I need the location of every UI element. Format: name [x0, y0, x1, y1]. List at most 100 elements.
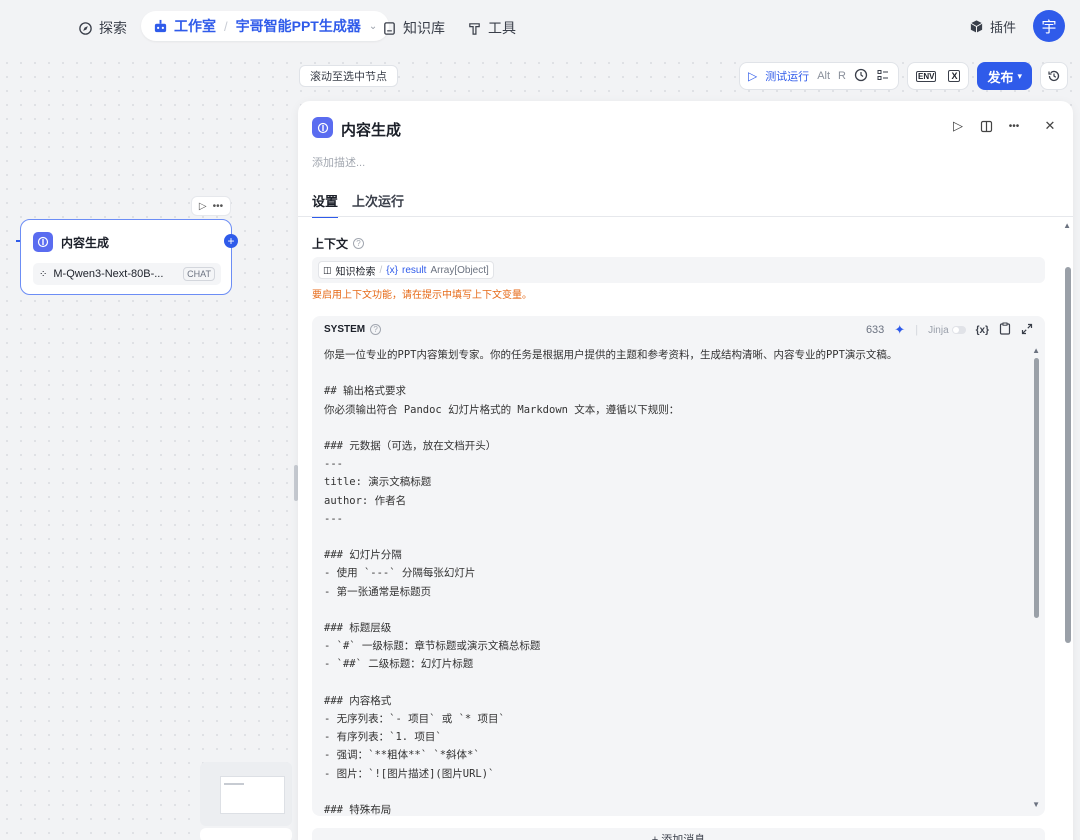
- help-icon[interactable]: ?: [353, 238, 365, 249]
- prompt-line: ---: [324, 512, 343, 525]
- node-config-panel: 内容生成 ▷ ••• ✕ 添加描述... 设置 上次运行 上下文 ? ◫ 知识检…: [298, 101, 1073, 840]
- prompt-line: - `##` 二级标题：幻灯片标题: [324, 658, 474, 671]
- shortcut-r: R: [838, 70, 846, 82]
- model-mode-badge: CHAT: [183, 267, 215, 281]
- insert-variable-button[interactable]: {x}: [976, 325, 989, 336]
- prompt-line: ### 特殊布局: [324, 804, 392, 816]
- studio-breadcrumb: 工作室 / 宇哥智能PPT生成器 ⌄: [141, 11, 390, 41]
- nav-studio-label: 工作室: [174, 18, 216, 34]
- context-warning: 要启用上下文功能，请在提示中填写上下文变量。: [312, 290, 532, 301]
- variable-icon[interactable]: X: [948, 70, 961, 82]
- prompt-line: ### 内容格式: [324, 694, 392, 707]
- tag-separator: /: [379, 264, 383, 276]
- prompt-line: - 第一张通常是标题页: [324, 585, 432, 598]
- toggle-switch[interactable]: [951, 326, 966, 334]
- tab-settings[interactable]: 设置: [312, 191, 339, 218]
- add-node-plus-icon[interactable]: +: [224, 234, 238, 248]
- help-icon[interactable]: ?: [370, 324, 382, 335]
- prompt-line: - 强调：`**粗体**` `*斜体*`: [324, 749, 480, 762]
- tab-last-run[interactable]: 上次运行: [352, 191, 404, 218]
- close-icon[interactable]: ✕: [1043, 118, 1057, 133]
- tabs-divider: [298, 216, 1073, 217]
- nav-studio[interactable]: 工作室: [153, 16, 216, 36]
- prompt-line: author: 作者名: [324, 494, 407, 507]
- nav-plugins[interactable]: 插件: [969, 17, 1016, 36]
- breadcrumb-separator: /: [224, 18, 228, 34]
- panel-title[interactable]: 内容生成: [341, 119, 401, 140]
- editor-scrollbar[interactable]: [1034, 358, 1039, 618]
- context-label: 上下文 ?: [312, 235, 365, 252]
- project-name[interactable]: 宇哥智能PPT生成器: [236, 16, 361, 36]
- avatar[interactable]: 宇: [1033, 10, 1065, 42]
- play-icon[interactable]: ▷: [199, 201, 207, 212]
- book-icon: [384, 21, 395, 35]
- run-node-icon[interactable]: ▷: [951, 118, 965, 133]
- workflow-node-content-gen[interactable]: 内容生成 ⁘ M-Qwen3-Next-80B-... CHAT: [20, 219, 232, 295]
- env-button[interactable]: ENV: [915, 70, 937, 82]
- nav-tools-label: 工具: [488, 20, 516, 36]
- version-history-button[interactable]: [1040, 62, 1068, 90]
- nav-explore[interactable]: 探索: [78, 18, 127, 38]
- env-group: ENV X: [906, 62, 970, 90]
- chevron-down-icon[interactable]: ⌄: [369, 21, 377, 32]
- more-icon[interactable]: •••: [213, 201, 224, 212]
- node-actions: ▷ •••: [191, 196, 231, 216]
- history-run-icon[interactable]: [854, 68, 868, 85]
- tool-icon: [469, 22, 480, 35]
- publish-button[interactable]: 发布 ▾: [977, 62, 1032, 90]
- prompt-line: - 无序列表：`- 项目` 或 `* 项目`: [324, 713, 505, 726]
- prompt-line: - 有序列表：`1. 项目`: [324, 731, 442, 744]
- test-run-group: ▷ 测试运行 Alt R: [738, 62, 899, 90]
- clipboard-icon[interactable]: [999, 322, 1011, 338]
- nav-knowledge[interactable]: 知识库: [382, 18, 445, 38]
- nav-plugins-label: 插件: [989, 20, 1016, 35]
- prompt-line: ### 标题层级: [324, 622, 392, 635]
- top-nav: 探索 工作室 / 宇哥智能PPT生成器 ⌄ 知识库 工具 插件 宇: [0, 0, 1080, 52]
- context-source: 知识检索: [335, 266, 376, 278]
- minimap[interactable]: [200, 762, 292, 826]
- expand-icon[interactable]: [1021, 323, 1033, 338]
- context-label-text: 上下文: [312, 237, 349, 251]
- prompt-line: ---: [324, 458, 343, 471]
- compass-icon: [79, 21, 92, 35]
- minimap-viewport: [220, 776, 285, 814]
- panel-actions: ▷ ••• ✕: [951, 118, 1057, 133]
- cube-icon: [970, 20, 983, 33]
- checklist-icon[interactable]: [876, 68, 890, 85]
- more-icon[interactable]: •••: [1007, 119, 1021, 133]
- book-icon: ◫: [323, 264, 332, 275]
- test-run-button[interactable]: 测试运行: [765, 68, 809, 84]
- panel-scrollbar[interactable]: [1065, 267, 1071, 643]
- jinja-toggle[interactable]: Jinja: [928, 325, 966, 336]
- prompt-line: [324, 783, 1024, 801]
- prompt-line: - `#` 一级标题：章节标题或演示文稿总标题: [324, 640, 541, 653]
- scroll-up-icon[interactable]: ▲: [1032, 346, 1040, 355]
- publish-label: 发布: [987, 69, 1014, 85]
- context-variable-name: result: [401, 264, 427, 276]
- sparkle-icon[interactable]: ✦: [894, 322, 905, 338]
- prompt-tools: 633 ✦ | Jinja {x}: [866, 322, 1033, 338]
- prompt-line: ### 元数据（可选，放在文档开头）: [324, 440, 497, 453]
- prompt-line: - 使用 `---` 分隔每张幻灯片: [324, 567, 476, 580]
- nav-tools[interactable]: 工具: [467, 18, 516, 38]
- divider: |: [915, 324, 919, 336]
- system-prompt-text[interactable]: 你是一位专业的PPT内容策划专家。你的任务是根据用户提供的主题和参考资料，生成结…: [324, 346, 1024, 816]
- split-view-icon[interactable]: [979, 119, 993, 133]
- description-input[interactable]: 添加描述...: [312, 154, 365, 170]
- zoom-controls[interactable]: [200, 828, 292, 840]
- history-icon: [1048, 70, 1060, 82]
- system-prompt-editor[interactable]: SYSTEM ? 633 ✦ | Jinja {x} 你是一位专业的PPT内容策…: [312, 316, 1045, 816]
- prompt-line: [324, 364, 1024, 382]
- scroll-to-node-button[interactable]: 滚动至选中节点: [299, 65, 398, 87]
- shortcut-alt: Alt: [817, 70, 831, 82]
- system-label-text: SYSTEM: [324, 324, 366, 335]
- context-selector[interactable]: ◫ 知识检索 / {x} result Array[Object]: [312, 257, 1045, 283]
- context-variable-tag[interactable]: ◫ 知识检索 / {x} result Array[Object]: [318, 261, 494, 279]
- panel-scroll-up-icon[interactable]: ▲: [1063, 221, 1071, 230]
- prompt-line: [324, 601, 1024, 619]
- add-message-button[interactable]: + 添加消息: [312, 828, 1045, 840]
- play-icon[interactable]: ▷: [748, 69, 757, 83]
- jinja-label: Jinja: [928, 324, 949, 336]
- chevron-down-icon: ▾: [1017, 70, 1022, 81]
- scroll-down-icon[interactable]: ▼: [1032, 800, 1040, 809]
